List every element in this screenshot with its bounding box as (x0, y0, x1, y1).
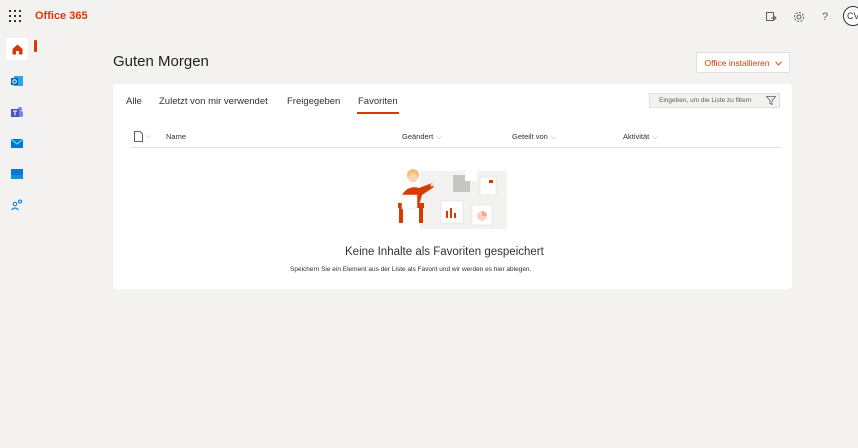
filter-placeholder: Eingeben, um die Liste zu filtern (659, 97, 752, 104)
tab-recent[interactable]: Zuletzt von mir verwendet (159, 96, 268, 107)
column-activity-label: Aktivität (623, 132, 650, 141)
mail-icon[interactable] (6, 132, 28, 154)
brand-title[interactable]: Office 365 (35, 10, 88, 22)
install-office-button[interactable]: Office installieren (696, 52, 790, 73)
chevron-down-icon: ⌵ (436, 134, 442, 141)
home-icon[interactable] (6, 38, 28, 60)
active-indicator (34, 40, 37, 52)
tab-favorites[interactable]: Favoriten (358, 96, 398, 107)
chevron-down-icon: ⌵ (652, 134, 658, 141)
people-icon[interactable] (6, 194, 28, 216)
avatar[interactable]: CV (843, 6, 858, 26)
empty-state-illustration (386, 165, 507, 229)
chevron-down-icon: ⌵ (146, 133, 152, 141)
install-office-label: Office installieren (704, 57, 770, 68)
filter-icon (765, 96, 777, 107)
chevron-down-icon: ⌵ (550, 134, 557, 141)
empty-state-title: Keine Inhalte als Favoriten gespeichert (345, 246, 544, 258)
tab-all[interactable]: Alle (126, 96, 142, 107)
sharepoint-icon[interactable] (6, 163, 28, 185)
column-name[interactable]: Name (166, 132, 186, 141)
feedback-icon[interactable] (763, 9, 779, 25)
filter-input[interactable]: Eingeben, um die Liste zu filtern (649, 93, 780, 108)
page-title: Guten Morgen (113, 53, 209, 70)
waffle-icon[interactable] (9, 10, 21, 22)
outlook-icon[interactable] (6, 70, 28, 92)
settings-icon[interactable] (791, 9, 807, 25)
header-divider (132, 147, 780, 148)
empty-state-subtitle: Speichern Sie ein Element aus der Liste … (290, 266, 532, 273)
help-icon[interactable]: ? (817, 9, 833, 25)
column-changed-label: Geändert (402, 132, 434, 141)
chevron-down-icon (774, 58, 782, 68)
teams-icon[interactable] (6, 101, 28, 123)
tab-active-underline (357, 112, 399, 114)
app-rail (0, 33, 34, 448)
tab-shared[interactable]: Freigegeben (287, 96, 340, 107)
top-bar: Office 365 ? CV (0, 0, 858, 33)
column-activity[interactable]: Aktivität ⌵ (623, 132, 658, 142)
column-shared-by-label: Geteilt von (512, 132, 548, 141)
column-shared-by[interactable]: Geteilt von ⌵ (512, 132, 556, 142)
document-icon (134, 131, 143, 142)
file-type-column[interactable]: ⌵ (134, 131, 151, 142)
column-changed[interactable]: Geändert ⌵ (402, 132, 442, 142)
